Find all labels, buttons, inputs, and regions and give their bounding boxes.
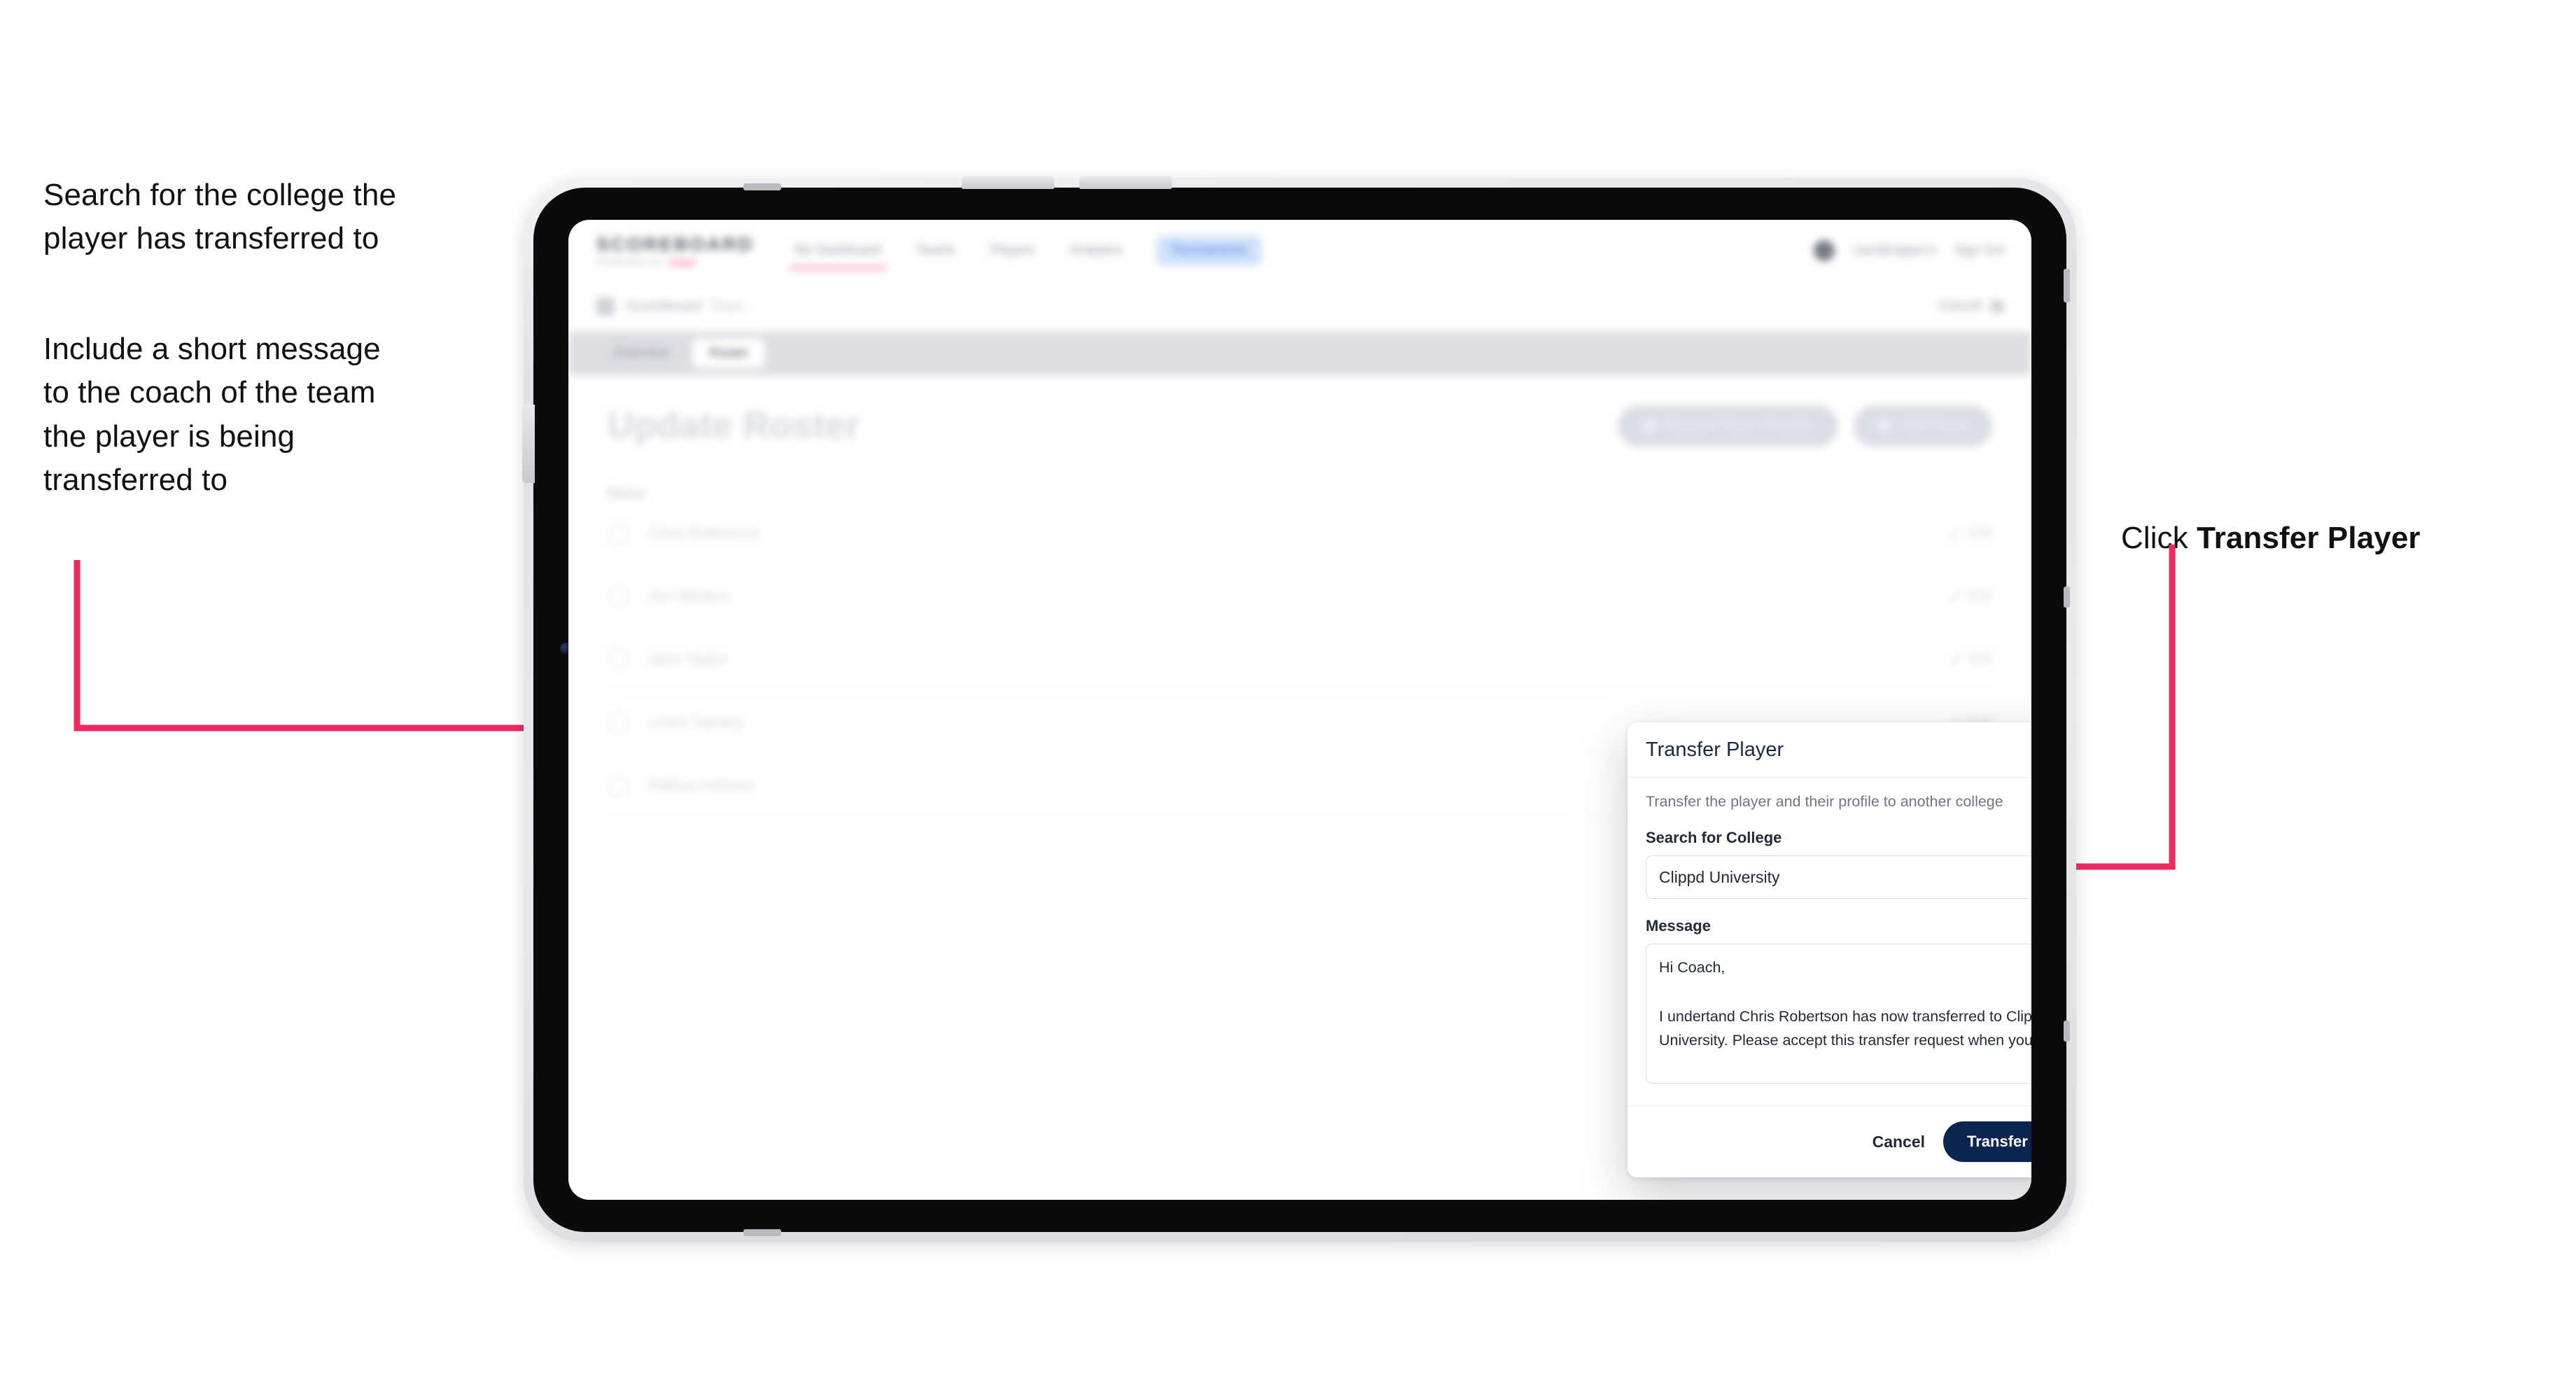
volume-down-button[interactable] bbox=[1079, 176, 1172, 189]
edit-player-link[interactable]: Edit bbox=[1948, 652, 1992, 667]
nav-link-analytics[interactable]: Analytics bbox=[1068, 223, 1124, 278]
tablet-screen: SCOREBOARD POWERED BY clippd My Dashboar… bbox=[568, 220, 2031, 1200]
nav-link-tournaments[interactable]: Tournaments bbox=[1156, 235, 1261, 265]
dialog-title: Transfer Player bbox=[1646, 738, 1784, 761]
dialog-header: Transfer Player bbox=[1628, 722, 2031, 778]
request-player-transfer-button[interactable]: Request Player Transfer bbox=[1617, 405, 1839, 447]
pencil-icon bbox=[1948, 652, 1961, 666]
avatar[interactable] bbox=[1813, 239, 1835, 261]
breadcrumb-cancel-label[interactable]: Cancel bbox=[1939, 298, 1982, 314]
account-email[interactable]: user@clippd.io bbox=[1853, 243, 1936, 258]
dialog-body: Transfer the player and their profile to… bbox=[1628, 778, 2031, 1105]
antenna-line-bottom-right bbox=[2064, 1021, 2070, 1042]
dialog-footer: Cancel Transfer Player bbox=[1628, 1105, 2031, 1177]
antenna-line-bottom-left bbox=[743, 1229, 781, 1236]
pencil-icon bbox=[1948, 589, 1961, 603]
antenna-line-mid-right bbox=[2064, 587, 2070, 608]
close-icon[interactable] bbox=[1991, 300, 2003, 313]
brand-powered-by: POWERED BY bbox=[596, 257, 665, 267]
annotation-include-message: Include a short message to the coach of … bbox=[43, 332, 381, 498]
tablet-device-frame: SCOREBOARD POWERED BY clippd My Dashboar… bbox=[522, 176, 2076, 1242]
row-select-checkbox[interactable] bbox=[608, 522, 629, 544]
brand-subline: POWERED BY clippd bbox=[596, 258, 754, 267]
row-select-checkbox[interactable] bbox=[608, 648, 629, 670]
edit-player-link[interactable]: Edit bbox=[1948, 526, 1992, 541]
message-textarea[interactable] bbox=[1646, 944, 2031, 1084]
player-name: Nathan Holmes bbox=[648, 776, 755, 794]
tab-overview[interactable]: Overview bbox=[596, 339, 685, 368]
row-select-checkbox[interactable] bbox=[608, 774, 629, 796]
antenna-line-top-left bbox=[743, 183, 781, 190]
transfer-player-dialog: Transfer Player Transfer the player and … bbox=[1628, 722, 2031, 1177]
player-name: Chris Robertson bbox=[648, 524, 760, 542]
nav-link-my-dashboard[interactable]: My Dashboard bbox=[789, 223, 887, 278]
annotation-click-prefix: Click bbox=[2121, 521, 2197, 556]
breadcrumb-text[interactable]: Scoreboard bbox=[626, 298, 702, 315]
add-player-label: Add Player bbox=[1900, 417, 1968, 433]
breadcrumb-muted: Team bbox=[708, 298, 745, 314]
brand-clippd-mark: clippd bbox=[668, 257, 696, 267]
player-name: Lewis Stanley bbox=[648, 713, 743, 731]
section-tab-strip: Overview Roster bbox=[568, 332, 2031, 375]
power-button[interactable] bbox=[522, 405, 535, 483]
tab-roster[interactable]: Roster bbox=[692, 339, 766, 368]
request-player-transfer-label: Request Player Transfer bbox=[1663, 417, 1815, 433]
team-crest-icon bbox=[596, 297, 615, 316]
breadcrumb-bar: Scoreboard Team Cancel bbox=[568, 281, 2031, 332]
plus-icon bbox=[1877, 419, 1892, 433]
transfer-icon bbox=[1641, 419, 1656, 433]
annotation-search-college: Search for the college the player has tr… bbox=[43, 178, 397, 256]
table-row[interactable]: Chris Robertson Edit bbox=[608, 502, 1992, 565]
nav-right-cluster: user@clippd.io Sign Out bbox=[1813, 239, 2003, 261]
screenshot-canvas: Search for the college the player has tr… bbox=[0, 0, 2576, 1386]
annotation-click-transfer-player: Click Transfer Player bbox=[2121, 473, 2555, 561]
sign-out-link[interactable]: Sign Out bbox=[1954, 243, 2003, 258]
annotation-click-bold: Transfer Player bbox=[2197, 521, 2421, 556]
player-name: John Taylor bbox=[648, 650, 727, 668]
edit-label: Edit bbox=[1969, 525, 1992, 540]
search-college-input[interactable] bbox=[1646, 855, 2031, 899]
transfer-player-button[interactable]: Transfer Player bbox=[1943, 1121, 2031, 1162]
page-title: Update Roster bbox=[608, 405, 860, 446]
message-label: Message bbox=[1646, 917, 1711, 934]
brand-wordmark: SCOREBOARD bbox=[596, 233, 755, 255]
page-header: Update Roster Request Player Transfer Ad… bbox=[608, 405, 1992, 447]
edit-label: Edit bbox=[1969, 651, 1992, 666]
volume-up-button[interactable] bbox=[962, 176, 1054, 189]
pencil-icon bbox=[1948, 526, 1961, 540]
page-header-actions: Request Player Transfer Add Player bbox=[1617, 405, 1992, 447]
antenna-line-top-right bbox=[2064, 269, 2070, 302]
tablet-bezel: SCOREBOARD POWERED BY clippd My Dashboar… bbox=[522, 176, 2070, 1236]
player-name: Jon Winters bbox=[648, 587, 730, 605]
dialog-description: Transfer the player and their profile to… bbox=[1646, 793, 2003, 810]
search-college-label: Search for College bbox=[1646, 829, 1782, 846]
nav-link-players[interactable]: Players bbox=[989, 223, 1036, 278]
edit-player-link[interactable]: Edit bbox=[1948, 589, 1992, 604]
roster-list-header: Name bbox=[608, 486, 646, 501]
breadcrumb-actions: Cancel bbox=[1939, 298, 2003, 314]
nav-link-teams[interactable]: Teams bbox=[915, 223, 957, 278]
row-select-checkbox[interactable] bbox=[608, 585, 629, 607]
add-player-button[interactable]: Add Player bbox=[1854, 405, 1992, 447]
row-select-checkbox[interactable] bbox=[608, 711, 629, 733]
brand-logo[interactable]: SCOREBOARD POWERED BY clippd bbox=[596, 234, 754, 267]
top-navigation-bar: SCOREBOARD POWERED BY clippd My Dashboar… bbox=[568, 220, 2031, 281]
cancel-button[interactable]: Cancel bbox=[1872, 1133, 1925, 1152]
table-row[interactable]: John Taylor Edit bbox=[608, 628, 1992, 691]
edit-label: Edit bbox=[1969, 588, 1992, 603]
table-row[interactable]: Jon Winters Edit bbox=[608, 565, 1992, 628]
